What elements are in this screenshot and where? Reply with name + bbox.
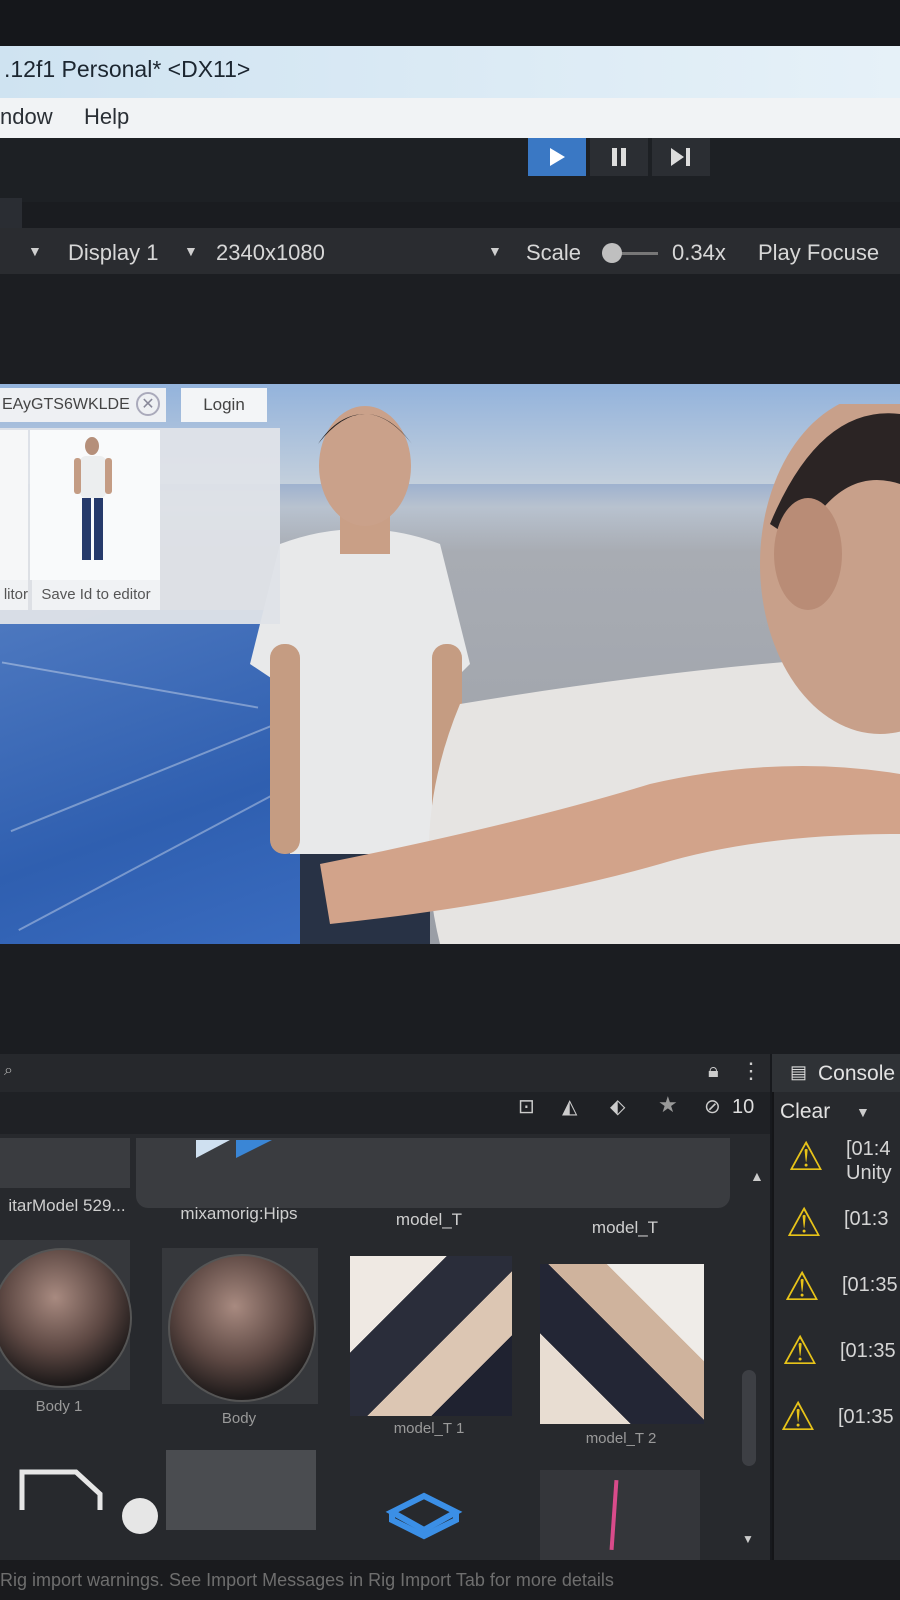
main-toolbar — [0, 138, 900, 202]
asset-label: model_T 1 — [393, 1420, 465, 1437]
texture-thumbnail[interactable] — [350, 1256, 512, 1416]
warning-icon: ⚠ — [780, 1395, 816, 1439]
status-bar-message[interactable]: Rig import warnings. See Import Messages… — [0, 1560, 900, 1600]
avatar-card[interactable] — [30, 430, 160, 580]
game-tab[interactable] — [0, 198, 22, 228]
warning-icon: ⚠ — [788, 1135, 824, 1179]
scale-value: 0.34x — [672, 240, 726, 265]
window-title: .12f1 Personal* <DX11> — [4, 56, 251, 82]
step-button[interactable] — [652, 138, 710, 176]
console-entry-time[interactable]: [01:3 — [844, 1208, 888, 1231]
chevron-down-icon[interactable]: ▼ — [488, 243, 502, 259]
scroll-down-icon[interactable]: ▼ — [742, 1532, 754, 1546]
console-entry-time[interactable]: [01:35 — [840, 1340, 896, 1363]
tab-strip — [0, 202, 900, 228]
menu-bar — [0, 98, 900, 138]
scroll-up-icon[interactable]: ▲ — [750, 1168, 764, 1184]
asset-tile[interactable] — [540, 1470, 700, 1560]
pause-icon — [612, 148, 626, 166]
model-mesh-icon[interactable] — [384, 1490, 464, 1540]
pause-button[interactable] — [590, 138, 648, 176]
asset-label: Body — [221, 1410, 257, 1427]
filter-by-type-icon[interactable]: ◭ — [562, 1094, 577, 1119]
save-id-to-editor-button[interactable]: Save Id to editor — [32, 580, 160, 610]
asset-label: itarModel 529... — [8, 1196, 126, 1215]
prefab-icon — [236, 1140, 272, 1158]
lock-icon[interactable]: 🔒︎ — [708, 1060, 719, 1083]
warning-icon: ⚠ — [786, 1201, 822, 1245]
load-to-editor-button[interactable]: litor — [0, 580, 28, 610]
play-icon — [550, 148, 565, 166]
avatar-card[interactable] — [0, 430, 28, 580]
scale-slider-handle[interactable] — [602, 243, 622, 263]
search-by-type-icon[interactable]: ⊡ — [518, 1094, 535, 1119]
hidden-packages-icon[interactable]: ⊘ — [704, 1094, 721, 1119]
chevron-down-icon[interactable]: ▼ — [184, 243, 198, 259]
asset-label: model_T — [395, 1210, 463, 1229]
folder-icon[interactable] — [16, 1464, 106, 1514]
close-icon[interactable]: ✕ — [136, 392, 160, 416]
avatar-model-closeup — [320, 404, 900, 944]
prefab-icon — [196, 1140, 230, 1158]
kebab-menu-icon[interactable]: ⋮ — [740, 1058, 762, 1084]
asset-label: Body 1 — [35, 1398, 83, 1415]
console-icon: ▤ — [790, 1062, 808, 1082]
login-button[interactable]: Login — [181, 388, 267, 422]
display-dropdown[interactable]: Display 1 — [68, 240, 158, 266]
menu-window[interactable]: ndow — [0, 104, 53, 130]
avatar-thumbnail — [74, 437, 112, 560]
chevron-down-icon[interactable]: ▼ — [28, 243, 42, 259]
project-toolbar — [0, 1092, 770, 1134]
warning-icon: ⚠ — [784, 1265, 820, 1309]
menu-help[interactable]: Help — [84, 104, 129, 130]
favorite-star-icon[interactable]: ★ — [658, 1092, 678, 1118]
console-entry-time[interactable]: [01:4 — [846, 1138, 890, 1161]
material-preview-sphere — [168, 1254, 316, 1402]
label-tag-icon[interactable]: ⬖ — [610, 1094, 625, 1119]
asset-thumbnail[interactable] — [0, 1138, 130, 1188]
editor-splitter — [0, 944, 900, 1054]
resolution-dropdown[interactable]: 2340x1080 — [216, 240, 325, 266]
hidden-packages-count: 10 — [732, 1096, 755, 1118]
scrollbar-thumb[interactable] — [742, 1370, 756, 1466]
tab-console[interactable]: Console — [818, 1062, 895, 1086]
warning-icon: ⚠ — [782, 1329, 818, 1373]
console-entry-text[interactable]: Unity — [846, 1162, 892, 1185]
asset-tile[interactable] — [166, 1450, 316, 1530]
scale-label: Scale — [526, 240, 582, 265]
console-entry-time[interactable]: [01:35 — [842, 1274, 898, 1297]
game-view-letterbox — [0, 274, 900, 384]
asset-label: mixamorig:Hips — [180, 1204, 298, 1223]
chevron-down-icon[interactable]: ▼ — [856, 1104, 870, 1120]
asset-label: model_T — [591, 1218, 659, 1237]
texture-thumbnail[interactable] — [540, 1264, 704, 1424]
clear-button[interactable]: Clear — [780, 1100, 830, 1124]
loading-indicator-icon — [122, 1498, 158, 1534]
project-panel-header — [0, 1054, 770, 1092]
play-button[interactable] — [528, 138, 586, 176]
step-icon — [671, 148, 690, 166]
search-icon[interactable]: ⌕ — [4, 1062, 13, 1080]
asset-label: model_T 2 — [585, 1430, 657, 1447]
console-entry-time[interactable]: [01:35 — [838, 1406, 894, 1429]
play-focus-dropdown[interactable]: Play Focuse — [758, 240, 879, 266]
